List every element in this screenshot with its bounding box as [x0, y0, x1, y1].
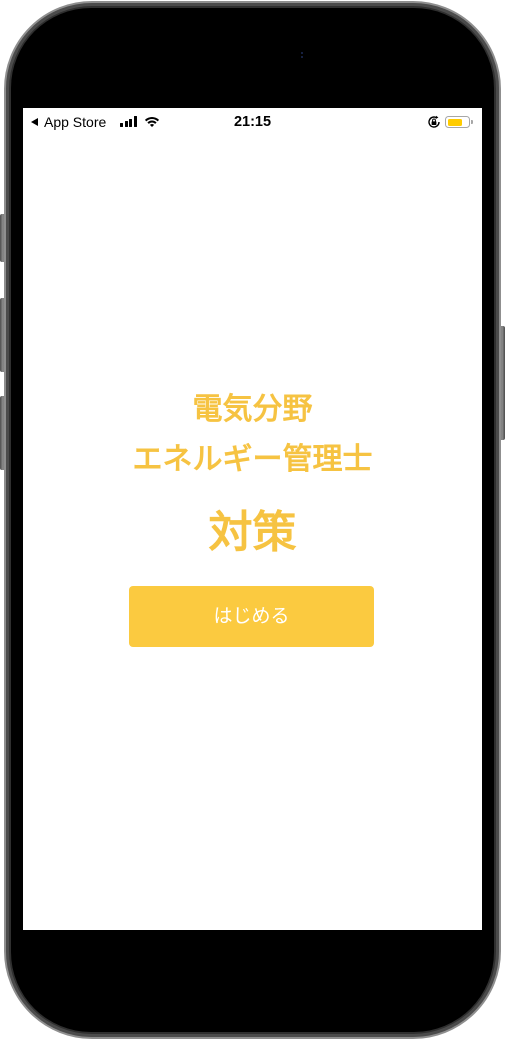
orientation-lock-icon [428, 115, 440, 128]
phone-mockup: App Store 21:15 電気分野 エネルギー管理士 対策 はじめる [0, 0, 505, 1040]
battery-fill [447, 118, 462, 126]
subtitle-qualification: エネルギー管理士 [132, 442, 373, 477]
start-button[interactable]: はじめる [129, 586, 374, 647]
page-title: 対策 [208, 507, 297, 558]
status-time: 21:15 [233, 114, 272, 130]
front-sensor-dot [301, 52, 303, 54]
status-bar: App Store 21:15 [23, 108, 482, 136]
subtitle-field: 電気分野 [192, 392, 313, 427]
battery-nub [471, 120, 473, 124]
app-screen: App Store 21:15 電気分野 エネルギー管理士 対策 はじめる [23, 108, 482, 930]
battery-icon [445, 116, 470, 128]
